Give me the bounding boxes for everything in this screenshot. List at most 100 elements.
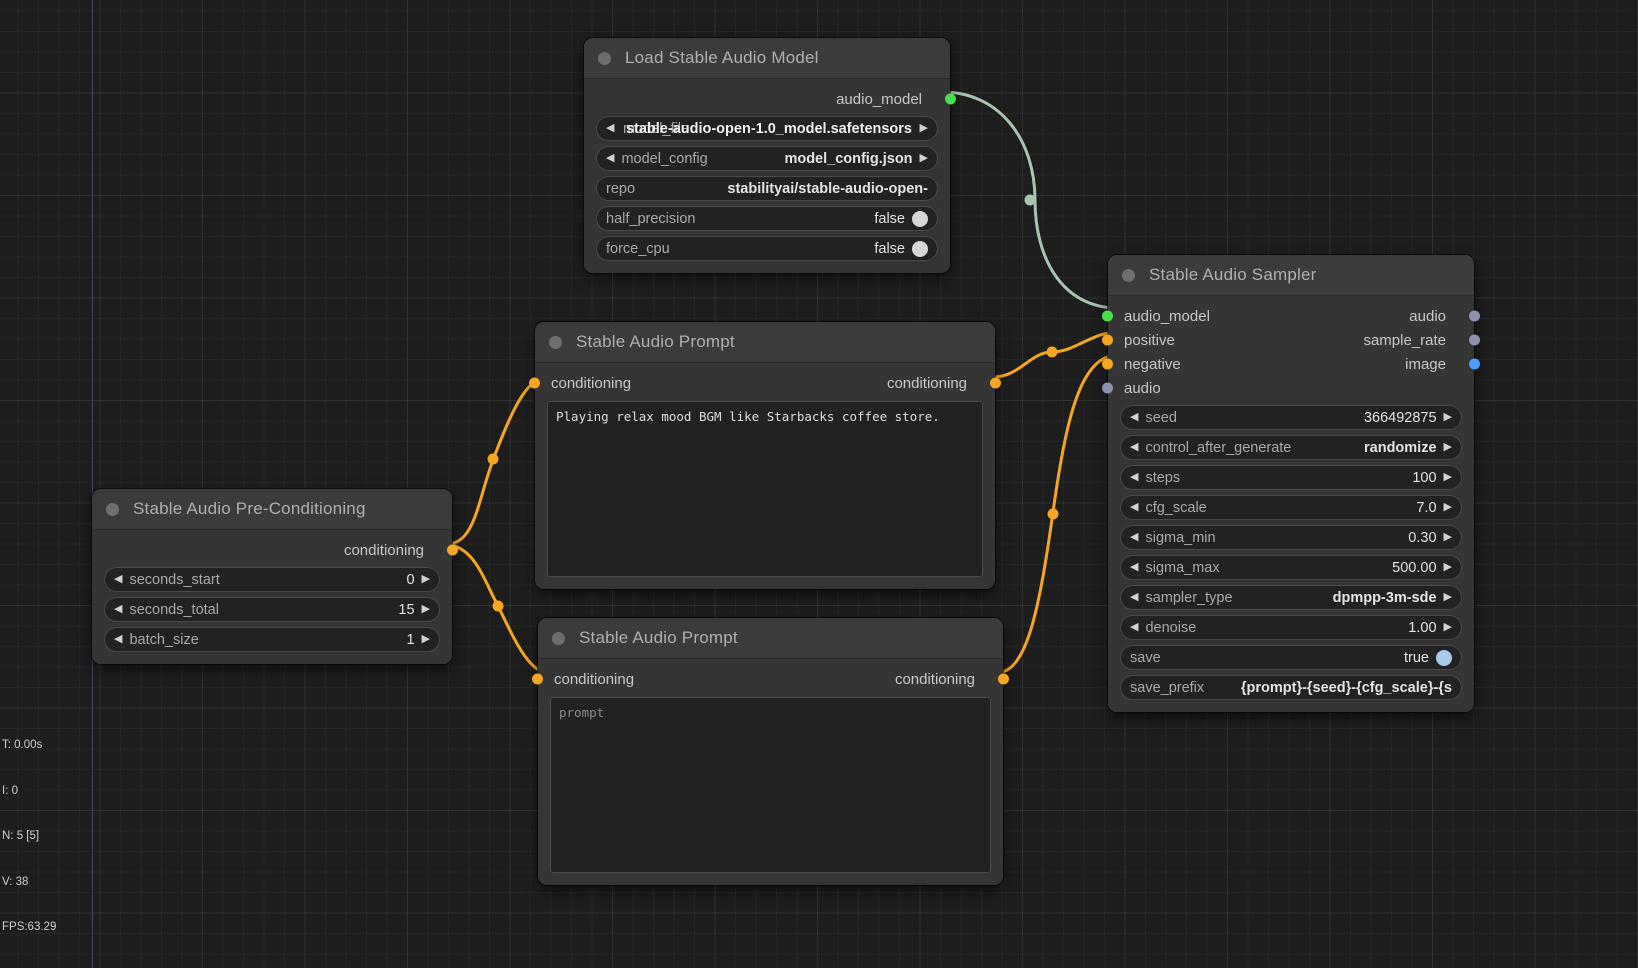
widget-label: denoise xyxy=(1145,619,1197,636)
widget-value: 0 xyxy=(406,571,415,588)
widget-sampler-type[interactable]: ◀ sampler_type dpmpp-3m-sde ▶ xyxy=(1120,585,1462,610)
port-row-negative[interactable]: negative image xyxy=(1102,352,1480,376)
node-title-bar[interactable]: Stable Audio Prompt xyxy=(538,618,1003,659)
decrement-arrow-icon[interactable]: ◀ xyxy=(1130,442,1138,453)
port-row-conditioning[interactable]: conditioning conditioning xyxy=(532,667,1009,691)
widget-seed[interactable]: ◀ seed 366492875 ▶ xyxy=(1120,405,1462,430)
node-title-bar[interactable]: Stable Audio Prompt xyxy=(535,322,995,363)
collapse-dot-icon[interactable] xyxy=(1122,268,1135,282)
decrement-arrow-icon[interactable]: ◀ xyxy=(114,634,122,645)
increment-arrow-icon[interactable]: ▶ xyxy=(920,153,928,164)
widget-half-precision[interactable]: half_precision false xyxy=(596,206,938,231)
stat-iterations: I: 0 xyxy=(2,784,18,797)
output-dot-audio-model[interactable] xyxy=(945,93,956,105)
widget-value: randomize xyxy=(1364,439,1437,456)
decrement-arrow-icon[interactable]: ◀ xyxy=(1130,412,1138,423)
node-load-stable-audio-model[interactable]: Load Stable Audio Model audio_model ◀ mo… xyxy=(584,38,956,273)
input-dot-conditioning[interactable] xyxy=(529,377,540,389)
output-port-audio-model[interactable]: audio_model xyxy=(596,87,956,111)
decrement-arrow-icon[interactable]: ◀ xyxy=(114,604,122,615)
widget-sigma-max[interactable]: ◀ sigma_max 500.00 ▶ xyxy=(1120,555,1462,580)
widget-label: half_precision xyxy=(606,210,696,227)
widget-force-cpu[interactable]: force_cpu false xyxy=(596,236,938,261)
widget-control-after-generate[interactable]: ◀ control_after_generate randomize ▶ xyxy=(1120,435,1462,460)
increment-arrow-icon[interactable]: ▶ xyxy=(1444,472,1452,483)
widget-sigma-min[interactable]: ◀ sigma_min 0.30 ▶ xyxy=(1120,525,1462,550)
input-dot-negative[interactable] xyxy=(1102,358,1113,370)
widget-value: 1.00 xyxy=(1408,619,1437,636)
widget-repo[interactable]: repo stabilityai/stable-audio-open- xyxy=(596,176,938,201)
collapse-dot-icon[interactable] xyxy=(549,335,562,349)
node-title-bar[interactable]: Stable Audio Sampler xyxy=(1108,255,1474,296)
node-graph-canvas[interactable]: Load Stable Audio Model audio_model ◀ mo… xyxy=(0,0,1638,968)
port-row-audio-model[interactable]: audio_model audio xyxy=(1102,304,1480,328)
input-dot-audio-model[interactable] xyxy=(1102,310,1113,322)
decrement-arrow-icon[interactable]: ◀ xyxy=(1130,532,1138,543)
decrement-arrow-icon[interactable]: ◀ xyxy=(1130,472,1138,483)
node-title-bar[interactable]: Load Stable Audio Model xyxy=(584,38,950,79)
increment-arrow-icon[interactable]: ▶ xyxy=(1444,532,1452,543)
toggle-knob[interactable] xyxy=(1436,649,1452,666)
decrement-arrow-icon[interactable]: ◀ xyxy=(1130,622,1138,633)
port-row-positive[interactable]: positive sample_rate xyxy=(1102,328,1480,352)
increment-arrow-icon[interactable]: ▶ xyxy=(920,123,928,134)
output-dot-image[interactable] xyxy=(1469,358,1480,370)
stat-time: T: 0.00s xyxy=(2,739,43,752)
widget-save-prefix[interactable]: save_prefix {prompt}-{seed}-{cfg_scale}-… xyxy=(1120,675,1462,700)
increment-arrow-icon[interactable]: ▶ xyxy=(1444,412,1452,423)
widget-cfg-scale[interactable]: ◀ cfg_scale 7.0 ▶ xyxy=(1120,495,1462,520)
output-dot-conditioning[interactable] xyxy=(998,673,1009,685)
port-row-conditioning[interactable]: conditioning conditioning xyxy=(529,371,1001,395)
output-dot-audio[interactable] xyxy=(1469,310,1480,322)
increment-arrow-icon[interactable]: ▶ xyxy=(422,604,430,615)
increment-arrow-icon[interactable]: ▶ xyxy=(1444,562,1452,573)
input-dot-conditioning[interactable] xyxy=(532,673,543,685)
widget-batch-size[interactable]: ◀ batch_size 1 ▶ xyxy=(104,627,440,652)
input-dot-positive[interactable] xyxy=(1102,334,1113,346)
port-row-audio-input[interactable]: audio xyxy=(1102,376,1462,400)
widget-denoise[interactable]: ◀ denoise 1.00 ▶ xyxy=(1120,615,1462,640)
toggle-knob[interactable] xyxy=(912,240,928,257)
decrement-arrow-icon[interactable]: ◀ xyxy=(606,153,614,164)
toggle-knob[interactable] xyxy=(912,210,928,227)
collapse-dot-icon[interactable] xyxy=(552,631,565,645)
increment-arrow-icon[interactable]: ▶ xyxy=(1444,502,1452,513)
increment-arrow-icon[interactable]: ▶ xyxy=(422,634,430,645)
widget-steps[interactable]: ◀ steps 100 ▶ xyxy=(1120,465,1462,490)
node-stable-audio-prompt-negative[interactable]: Stable Audio Prompt conditioning conditi… xyxy=(532,618,1009,885)
node-title-bar[interactable]: Stable Audio Pre-Conditioning xyxy=(92,489,452,530)
node-body: conditioning ◀ seconds_start 0 ▶ ◀ secon… xyxy=(92,530,458,664)
output-port-label: image xyxy=(1405,355,1446,373)
widget-model-config[interactable]: ◀ model_config model_config.json ▶ xyxy=(596,146,938,171)
input-port-label: conditioning xyxy=(551,374,632,392)
output-dot-conditioning[interactable] xyxy=(990,377,1001,389)
widget-save[interactable]: save true xyxy=(1120,645,1462,670)
widget-label: batch_size xyxy=(129,631,199,648)
increment-arrow-icon[interactable]: ▶ xyxy=(422,574,430,585)
decrement-arrow-icon[interactable]: ◀ xyxy=(1130,502,1138,513)
output-port-label: audio xyxy=(1409,307,1446,325)
decrement-arrow-icon[interactable]: ◀ xyxy=(114,574,122,585)
widget-label: force_cpu xyxy=(606,240,670,257)
widget-value: 0.30 xyxy=(1408,529,1437,546)
decrement-arrow-icon[interactable]: ◀ xyxy=(1130,562,1138,573)
collapse-dot-icon[interactable] xyxy=(598,51,611,65)
widget-value: dpmpp-3m-sde xyxy=(1332,589,1437,606)
prompt-textarea[interactable]: prompt xyxy=(550,697,991,873)
collapse-dot-icon[interactable] xyxy=(106,502,119,516)
widget-seconds-start[interactable]: ◀ seconds_start 0 ▶ xyxy=(104,567,440,592)
prompt-textarea[interactable]: Playing relax mood BGM like Starbacks co… xyxy=(547,401,983,577)
node-stable-audio-sampler[interactable]: Stable Audio Sampler audio_model audio p… xyxy=(1102,255,1480,712)
increment-arrow-icon[interactable]: ▶ xyxy=(1444,592,1452,603)
output-port-conditioning[interactable]: conditioning xyxy=(104,538,458,562)
node-stable-audio-prompt-positive[interactable]: Stable Audio Prompt conditioning conditi… xyxy=(529,322,1001,589)
decrement-arrow-icon[interactable]: ◀ xyxy=(1130,592,1138,603)
increment-arrow-icon[interactable]: ▶ xyxy=(1444,442,1452,453)
node-stable-audio-pre-conditioning[interactable]: Stable Audio Pre-Conditioning conditioni… xyxy=(92,489,458,664)
input-dot-audio[interactable] xyxy=(1102,382,1113,394)
widget-model-file[interactable]: ◀ model_file stable-audio-open-1.0_model… xyxy=(596,116,938,141)
increment-arrow-icon[interactable]: ▶ xyxy=(1444,622,1452,633)
output-dot-sample-rate[interactable] xyxy=(1469,334,1480,346)
widget-seconds-total[interactable]: ◀ seconds_total 15 ▶ xyxy=(104,597,440,622)
output-dot-conditioning[interactable] xyxy=(447,544,458,556)
